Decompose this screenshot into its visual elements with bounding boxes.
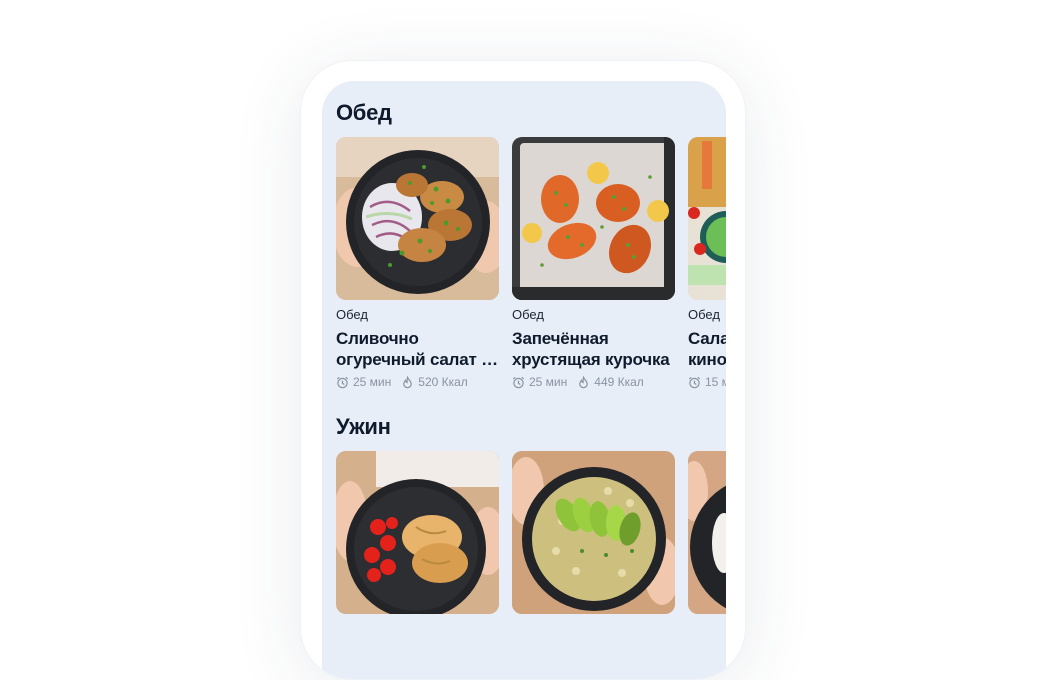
recipe-photo[interactable] (512, 137, 675, 300)
alarm-clock-icon (688, 376, 701, 389)
recipe-photo[interactable] (688, 451, 726, 614)
recipe-photo[interactable] (336, 137, 499, 300)
recipe-category: Обед (512, 307, 544, 322)
alarm-clock-icon (512, 376, 525, 389)
flame-icon (577, 375, 590, 389)
recipe-card[interactable] (512, 451, 675, 614)
recipe-meta: 15 м (688, 374, 726, 390)
recipe-meta: 25 мин 520 Ккал (336, 374, 499, 390)
recipe-name[interactable]: Запечённая хрустящая курочка (512, 328, 675, 370)
phone-frame: Обед Обед Сливочно огуречный салат с… 25… (300, 60, 746, 680)
recipe-card[interactable]: Обед Сала кино 15 м (688, 137, 726, 390)
recipe-name[interactable]: Сала кино (688, 328, 726, 370)
recipe-meta: 25 мин 449 Ккал (512, 374, 675, 390)
recipe-category: Обед (336, 307, 368, 322)
recipe-photo[interactable] (688, 137, 726, 300)
recipe-time: 25 мин (353, 375, 392, 389)
recipe-row-dinner[interactable] (336, 451, 726, 679)
app-screen: Обед Обед Сливочно огуречный салат с… 25… (322, 81, 726, 679)
recipe-time: 15 м (705, 375, 726, 389)
recipe-time: 25 мин (529, 375, 568, 389)
alarm-clock-icon (336, 376, 349, 389)
recipe-row-lunch[interactable]: Обед Сливочно огуречный салат с… 25 мин … (336, 137, 726, 397)
section-title-lunch: Обед (336, 100, 392, 125)
recipe-photo[interactable] (512, 451, 675, 614)
recipe-calories: 449 Ккал (594, 375, 644, 389)
recipe-calories: 520 Ккал (418, 375, 468, 389)
recipe-card[interactable]: Обед Сливочно огуречный салат с… 25 мин … (336, 137, 499, 390)
recipe-card[interactable] (688, 451, 726, 614)
recipe-name[interactable]: Сливочно огуречный салат с… (336, 328, 499, 370)
recipe-category: Обед (688, 307, 720, 322)
recipe-card[interactable]: Обед Запечённая хрустящая курочка 25 мин… (512, 137, 675, 390)
section-title-dinner: Ужин (336, 414, 391, 439)
recipe-card[interactable] (336, 451, 499, 614)
recipe-photo[interactable] (336, 451, 499, 614)
flame-icon (401, 375, 414, 389)
